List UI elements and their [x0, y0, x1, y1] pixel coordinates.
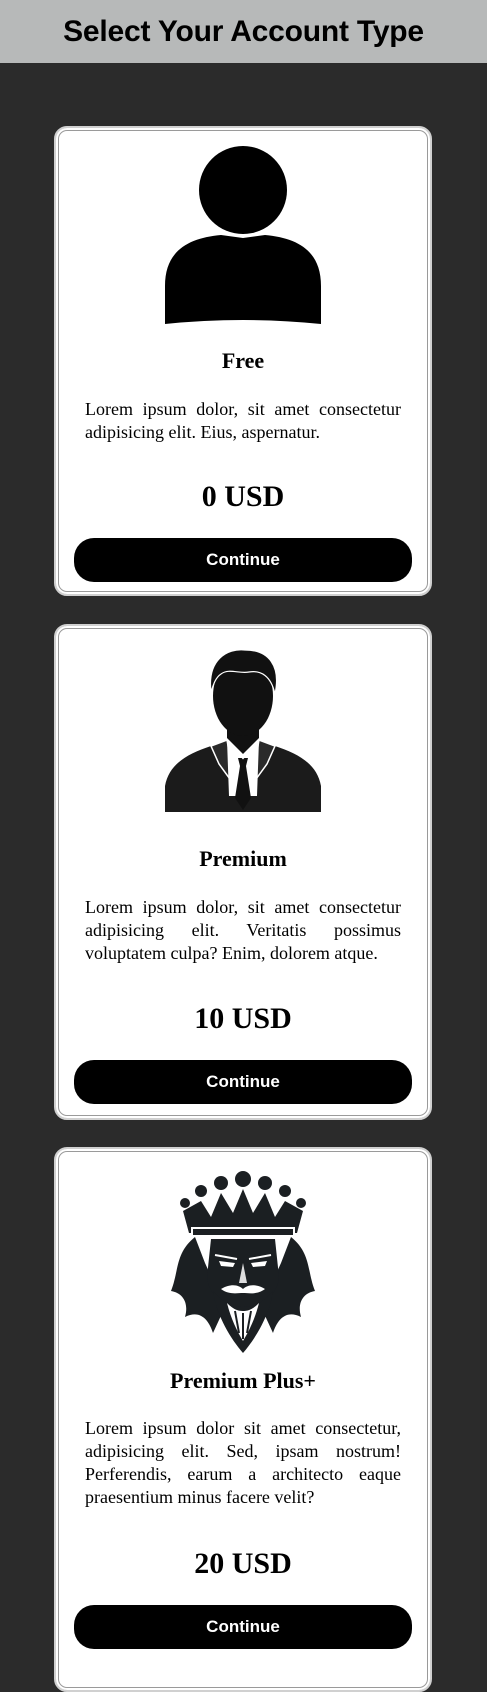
continue-button[interactable]: Continue	[74, 1605, 412, 1649]
plan-card-premium-plus: Premium Plus+ Lorem ipsum dolor sit amet…	[54, 1147, 432, 1692]
plan-description: Lorem ipsum dolor sit amet consectetur, …	[85, 1418, 401, 1507]
plan-price: 20 USD	[194, 1547, 292, 1580]
plan-card-free: Free Lorem ipsum dolor, sit amet consect…	[54, 126, 432, 596]
plan-price: 10 USD	[194, 1002, 292, 1035]
page-title: Select Your Account Type	[63, 14, 424, 48]
continue-button[interactable]: Continue	[74, 538, 412, 582]
plan-name: Premium Plus+	[170, 1368, 316, 1393]
page-header: Select Your Account Type	[0, 0, 487, 63]
plan-name: Free	[221, 348, 265, 373]
businessman-icon	[56, 646, 430, 814]
plan-description: Lorem ipsum dolor, sit amet consectetur …	[85, 897, 401, 963]
plan-description: Lorem ipsum dolor, sit amet consectetur …	[85, 399, 401, 442]
user-icon	[56, 146, 430, 326]
plan-name: Premium	[199, 846, 287, 871]
king-icon	[56, 1167, 430, 1353]
continue-button[interactable]: Continue	[74, 1060, 412, 1104]
plan-price: 0 USD	[201, 480, 285, 513]
plan-card-premium: Premium Lorem ipsum dolor, sit amet cons…	[54, 624, 432, 1120]
